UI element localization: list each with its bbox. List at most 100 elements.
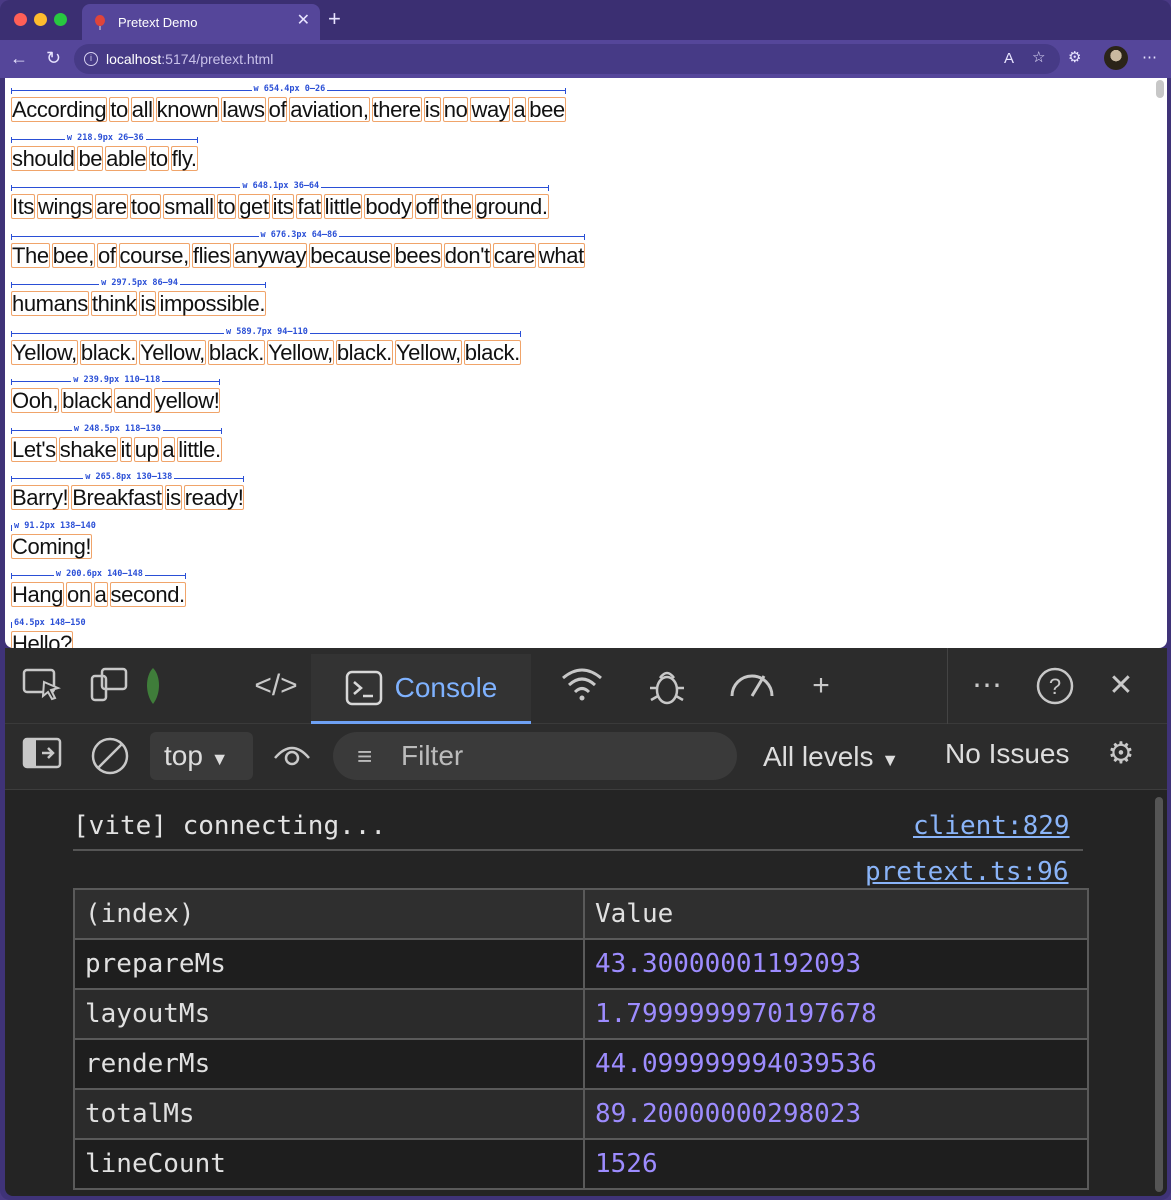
word-box: little. bbox=[177, 436, 222, 462]
url-host: localhost bbox=[106, 51, 162, 67]
table-row: layoutMs 1.7999999970197678 bbox=[73, 988, 1089, 1040]
tab-title: Pretext Demo bbox=[118, 14, 198, 30]
word-box: it bbox=[119, 436, 132, 462]
line-width-label: w 239.9px 110–118 bbox=[71, 375, 163, 385]
help-icon[interactable]: ? bbox=[1035, 666, 1075, 717]
console-scrollbar[interactable] bbox=[1155, 797, 1163, 1192]
more-options-icon[interactable]: ⋯ bbox=[967, 666, 1007, 706]
line-words: humans think is impossible. bbox=[11, 291, 267, 316]
browser-tab[interactable]: Pretext Demo ✕ bbox=[82, 4, 320, 40]
table-cell-index: lineCount bbox=[73, 1138, 585, 1190]
more-menu-icon[interactable]: ⋯ bbox=[1142, 48, 1157, 68]
context-value: top bbox=[164, 740, 203, 771]
line-width-label: w 200.6px 140–148 bbox=[53, 569, 145, 579]
line-width-marker: w 248.5px 118–130 bbox=[11, 423, 222, 434]
word-box: Yellow, bbox=[11, 339, 78, 365]
word-box: shake bbox=[58, 436, 118, 462]
back-icon[interactable]: ← bbox=[10, 46, 28, 70]
word-box: is bbox=[164, 485, 182, 510]
filter-input[interactable]: ≡ Filter bbox=[333, 732, 737, 780]
extensions-icon[interactable]: ⚙ bbox=[1068, 48, 1081, 68]
close-tab-icon[interactable]: ✕ bbox=[297, 12, 310, 30]
word-box: the bbox=[441, 194, 473, 219]
word-box: what bbox=[537, 242, 585, 268]
close-devtools-icon[interactable]: ✕ bbox=[1101, 666, 1141, 706]
clear-console-icon[interactable] bbox=[89, 736, 131, 787]
word-box: body bbox=[364, 194, 413, 219]
line-width-marker: w 200.6px 140–148 bbox=[11, 569, 186, 579]
network-wifi-icon[interactable] bbox=[557, 666, 607, 713]
log-levels-dropdown[interactable]: All levels ▼ bbox=[763, 732, 899, 785]
zoom-window-button[interactable] bbox=[54, 13, 67, 26]
word-box: get bbox=[238, 194, 270, 219]
word-box: course, bbox=[118, 242, 190, 268]
close-window-button[interactable] bbox=[14, 13, 27, 26]
log-message: [vite] connecting... bbox=[73, 811, 387, 841]
word-box: fat bbox=[296, 194, 322, 219]
tab-console[interactable]: Console bbox=[311, 654, 531, 724]
table-header-row: (index) Value bbox=[73, 888, 1089, 940]
info-icon[interactable]: i bbox=[84, 52, 98, 66]
line-width-marker: w 218.9px 26–36 bbox=[11, 132, 198, 143]
word-box: flies bbox=[191, 242, 231, 268]
read-aloud-icon[interactable]: A bbox=[1004, 49, 1014, 69]
word-box: don't bbox=[443, 242, 491, 268]
table-source-link[interactable]: pretext.ts:96 bbox=[865, 857, 1069, 887]
word-box: little bbox=[323, 194, 363, 219]
table-cell-index: layoutMs bbox=[73, 988, 585, 1040]
word-box: black. bbox=[463, 339, 521, 365]
word-box: According bbox=[11, 97, 108, 122]
minimize-window-button[interactable] bbox=[34, 13, 47, 26]
table-header-value[interactable]: Value bbox=[583, 888, 1089, 940]
word-box: be bbox=[77, 145, 104, 171]
sidebar-toggle-icon[interactable] bbox=[21, 736, 63, 781]
log-source-link[interactable]: client:829 bbox=[913, 811, 1070, 841]
line-words: According to all known laws of aviation, there i… bbox=[11, 97, 566, 122]
line-width-marker: w 91.2px 138–140 bbox=[11, 520, 98, 531]
url-path: :5174/pretext.html bbox=[161, 51, 274, 67]
leaf-icon[interactable] bbox=[141, 666, 165, 717]
table-header-index[interactable]: (index) bbox=[73, 888, 585, 940]
word-box: aviation, bbox=[289, 97, 370, 122]
issues-counter[interactable]: No Issues bbox=[945, 730, 1070, 778]
console-filter-bar: top ▼ ≡ Filter All levels ▼ No Issues ⚙ bbox=[5, 724, 1167, 790]
line-width-label: w 676.3px 64–86 bbox=[258, 229, 340, 240]
balloon-icon bbox=[94, 15, 106, 30]
table-cell-index: totalMs bbox=[73, 1088, 585, 1140]
word-box: and bbox=[114, 388, 152, 413]
line-words: Barry! Breakfast is ready! bbox=[11, 485, 245, 510]
debug-bug-icon[interactable] bbox=[645, 666, 689, 717]
word-box: ready! bbox=[183, 485, 245, 510]
performance-gauge-icon[interactable] bbox=[727, 666, 777, 713]
word-box: because bbox=[309, 242, 392, 268]
line-width-marker: w 265.8px 130–138 bbox=[11, 472, 245, 482]
word-box: anyway bbox=[232, 242, 308, 268]
word-box: all bbox=[130, 97, 154, 122]
add-panel-icon[interactable]: + bbox=[801, 666, 841, 706]
word-box: off bbox=[414, 194, 440, 219]
inspect-icon[interactable] bbox=[21, 666, 63, 713]
console-table: (index) Value prepareMs 43.30000001192093… bbox=[73, 888, 1089, 1190]
word-box: Ooh, bbox=[11, 388, 60, 413]
word-box: black bbox=[61, 388, 113, 413]
new-tab-icon[interactable]: + bbox=[328, 6, 341, 32]
title-bar: Pretext Demo ✕ + bbox=[0, 0, 1171, 40]
line-width-label: w 297.5px 86–94 bbox=[99, 278, 180, 288]
console-settings-gear-icon[interactable]: ⚙ bbox=[1099, 734, 1143, 774]
svg-text:?: ? bbox=[1049, 674, 1061, 699]
avatar[interactable] bbox=[1104, 46, 1128, 70]
word-box: Yellow, bbox=[266, 339, 334, 365]
word-box: is bbox=[139, 291, 157, 316]
page-scrollbar[interactable] bbox=[1156, 80, 1164, 98]
table-cell-value: 89.20000000298023 bbox=[583, 1088, 1089, 1140]
elements-code-icon[interactable]: </> bbox=[251, 666, 301, 706]
context-selector[interactable]: top ▼ bbox=[150, 732, 253, 780]
live-expression-eye-icon[interactable] bbox=[271, 736, 313, 783]
word-box: impossible. bbox=[158, 291, 267, 316]
address-bar[interactable]: i localhost:5174/pretext.html A ☆ bbox=[74, 44, 1060, 74]
word-box: black. bbox=[79, 339, 137, 365]
line-width-label: w 654.4px 0–26 bbox=[251, 84, 328, 94]
device-emulation-icon[interactable] bbox=[89, 666, 131, 713]
reload-icon[interactable]: ↻ bbox=[46, 46, 61, 70]
favorite-star-icon[interactable]: ☆ bbox=[1032, 48, 1045, 68]
